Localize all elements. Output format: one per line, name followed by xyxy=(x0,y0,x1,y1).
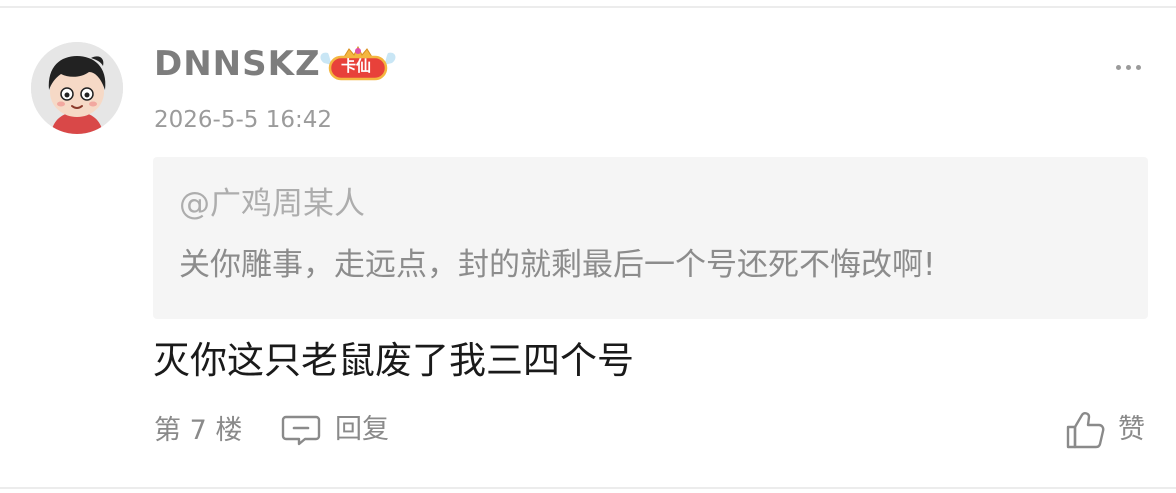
top-divider xyxy=(0,6,1176,8)
like-button[interactable]: 赞 xyxy=(1064,408,1145,452)
more-dots-icon xyxy=(1115,64,1121,70)
bottom-divider xyxy=(0,487,1176,489)
comment-body: 灭你这只老鼠废了我三四个号 xyxy=(153,339,634,382)
comment-bubble-icon xyxy=(281,415,321,446)
username[interactable]: DNNSKZ xyxy=(154,44,321,84)
comment-item: DNNSKZ 卡仙 2026-5-5 16:42 @广鸡周某人 关你雕事，走远点… xyxy=(0,0,1176,493)
quoted-text: 关你雕事，走远点，封的就剩最后一个号还死不悔改啊! xyxy=(179,247,936,283)
avatar[interactable] xyxy=(31,42,123,134)
like-label: 赞 xyxy=(1118,414,1145,445)
avatar-image xyxy=(31,42,123,134)
quoted-username[interactable]: @广鸡周某人 xyxy=(179,185,365,223)
more-dots-icon xyxy=(1135,64,1141,70)
reply-button[interactable]: 回复 xyxy=(281,410,389,450)
more-dots-icon xyxy=(1125,64,1131,70)
badge-label: 卡仙 xyxy=(340,57,371,75)
thumbs-up-icon xyxy=(1066,412,1105,449)
timestamp: 2026-5-5 16:42 xyxy=(154,107,332,133)
reply-label: 回复 xyxy=(335,414,389,445)
quoted-comment[interactable]: @广鸡周某人 关你雕事，走远点，封的就剩最后一个号还死不悔改啊! xyxy=(153,157,1148,319)
more-button[interactable] xyxy=(1108,56,1148,78)
floor-number: 第 7 楼 xyxy=(154,415,243,446)
